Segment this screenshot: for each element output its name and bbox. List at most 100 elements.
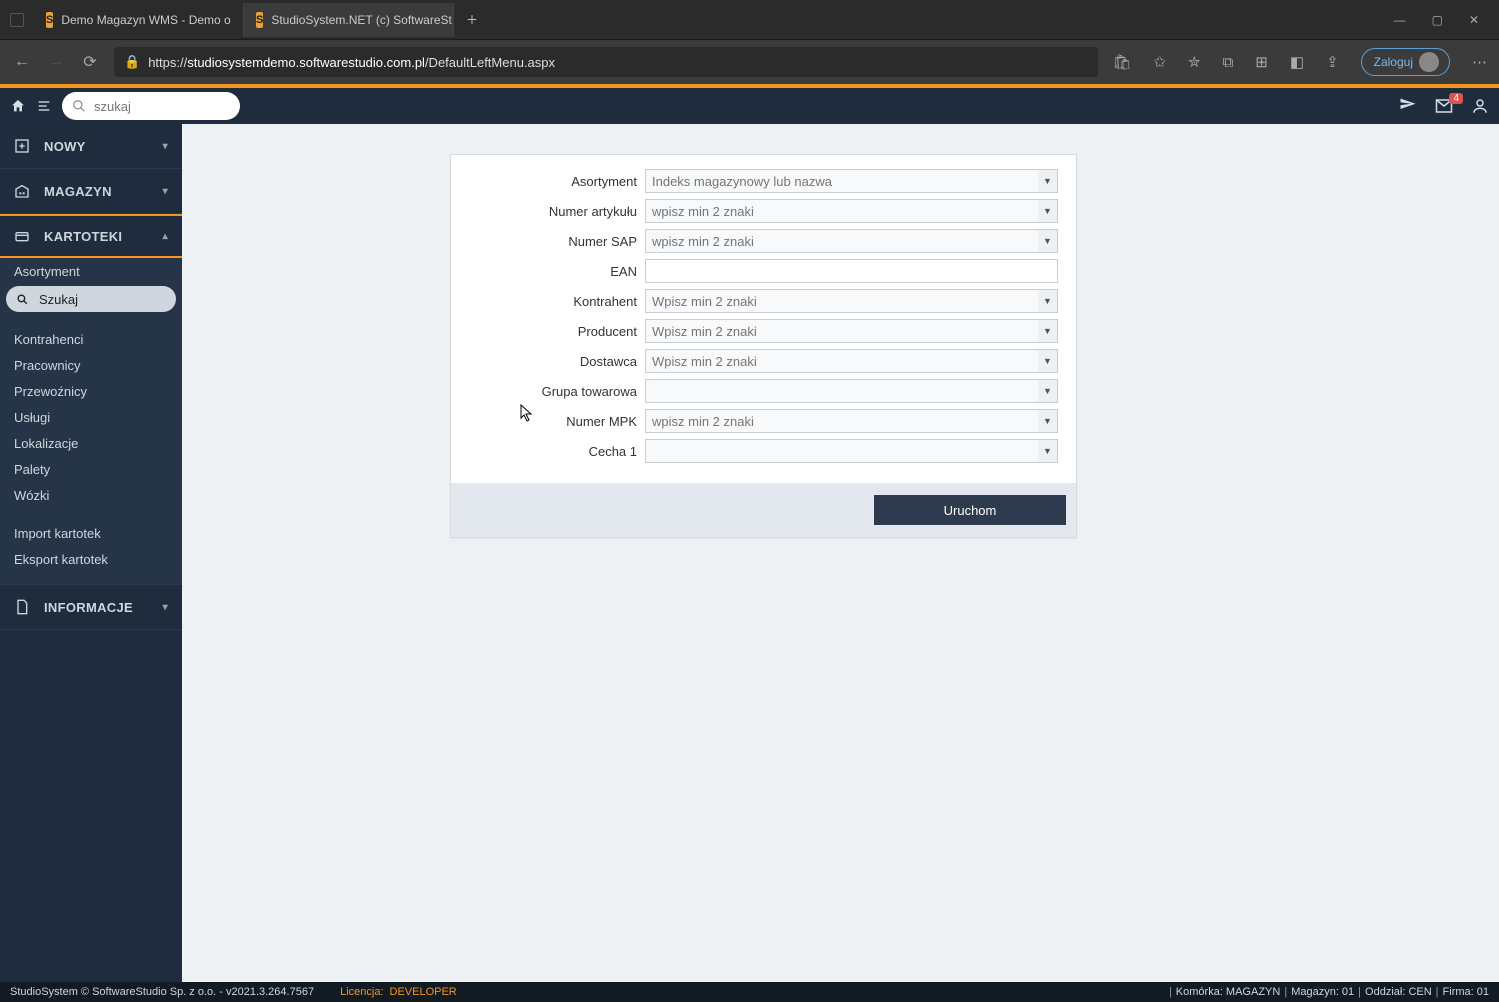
chevron-down-icon: ▾ <box>163 186 168 197</box>
shopping-icon[interactable]: 🛍 <box>1112 53 1131 71</box>
input-dostawca[interactable] <box>645 349 1058 373</box>
sidebar-section-kartoteki[interactable]: KARTOTEKI ▴ <box>0 214 182 258</box>
dropdown-icon[interactable]: ▼ <box>1038 439 1058 463</box>
combo-kontrahent[interactable]: ▼ <box>645 289 1058 313</box>
search-icon <box>72 99 86 113</box>
label-numer-mpk: Numer MPK <box>469 414 645 429</box>
run-button[interactable]: Uruchom <box>874 495 1066 525</box>
document-icon <box>14 599 32 615</box>
dropdown-icon[interactable]: ▼ <box>1038 169 1058 193</box>
app-icon[interactable]: ◧ <box>1290 53 1304 71</box>
collections-icon[interactable]: ⧉ <box>1223 54 1234 71</box>
input-grupa[interactable] <box>645 379 1058 403</box>
browser-tab-2[interactable]: S StudioSystem.NET (c) SoftwareSt ✕ <box>244 3 454 37</box>
combo-cecha1[interactable]: ▼ <box>645 439 1058 463</box>
dropdown-icon[interactable]: ▼ <box>1038 379 1058 403</box>
search-icon <box>16 293 29 306</box>
sidebar-item-wozki[interactable]: Wózki <box>0 482 182 508</box>
content-area: Asortyment ▼ Numer artykułu ▼ <box>182 124 1499 982</box>
sidebar-section-informacje[interactable]: INFORMACJE ▾ <box>0 585 182 629</box>
label-cecha1: Cecha 1 <box>469 444 645 459</box>
sidebar-item-asortyment[interactable]: Asortyment <box>0 258 182 284</box>
dropdown-icon[interactable]: ▼ <box>1038 319 1058 343</box>
sidebar-item-import[interactable]: Import kartotek <box>0 520 182 546</box>
new-tab-button[interactable]: ＋ <box>454 3 490 37</box>
minimize-icon[interactable]: — <box>1394 13 1406 27</box>
sidebar-item-pracownicy[interactable]: Pracownicy <box>0 352 182 378</box>
favorites-bar-icon[interactable]: ✮ <box>1188 53 1201 71</box>
maximize-icon[interactable]: ▢ <box>1432 13 1443 27</box>
favicon-icon: S <box>256 12 263 28</box>
mail-icon[interactable]: 4 <box>1435 97 1453 115</box>
sidebar-item-kontrahenci[interactable]: Kontrahenci <box>0 326 182 352</box>
window-controls: — ▢ ✕ <box>1394 13 1499 27</box>
browser-tab-1[interactable]: S Demo Magazyn WMS - Demo o ✕ <box>34 3 244 37</box>
search-form-card: Asortyment ▼ Numer artykułu ▼ <box>450 154 1077 538</box>
sidebar-submenu-kartoteki: Asortyment Szukaj Kontrahenci Pracownicy… <box>0 258 182 584</box>
url-scheme: https:// <box>148 55 187 70</box>
input-ean[interactable] <box>645 259 1058 283</box>
combo-numer-sap[interactable]: ▼ <box>645 229 1058 253</box>
input-asortyment[interactable] <box>645 169 1058 193</box>
input-numer-sap[interactable] <box>645 229 1058 253</box>
lock-icon: 🔒 <box>124 54 140 70</box>
combo-producent[interactable]: ▼ <box>645 319 1058 343</box>
close-window-icon[interactable]: ✕ <box>1469 13 1479 27</box>
dropdown-icon[interactable]: ▼ <box>1038 199 1058 223</box>
status-license-label: Licencja: <box>340 986 383 998</box>
menu-toggle-icon[interactable] <box>36 98 52 114</box>
dropdown-icon[interactable]: ▼ <box>1038 229 1058 253</box>
sidebar: NOWY ▾ MAGAZYN ▾ KARTOTEKI <box>0 124 182 982</box>
combo-asortyment[interactable]: ▼ <box>645 169 1058 193</box>
combo-dostawca[interactable]: ▼ <box>645 349 1058 373</box>
tab-overview-icon[interactable] <box>10 13 24 27</box>
dropdown-icon[interactable]: ▼ <box>1038 409 1058 433</box>
item-label: Lokalizacje <box>14 436 78 451</box>
input-numer-artykulu[interactable] <box>645 199 1058 223</box>
user-icon[interactable] <box>1471 97 1489 115</box>
form-footer: Uruchom <box>451 483 1076 537</box>
combo-numer-artykulu[interactable]: ▼ <box>645 199 1058 223</box>
app-root: 4 NOWY ▾ <box>0 84 1499 1002</box>
input-cecha1[interactable] <box>645 439 1058 463</box>
sidebar-section-magazyn[interactable]: MAGAZYN ▾ <box>0 169 182 213</box>
status-bar: StudioSystem © SoftwareStudio Sp. z o.o.… <box>0 982 1499 1002</box>
input-producent[interactable] <box>645 319 1058 343</box>
input-kontrahent[interactable] <box>645 289 1058 313</box>
sidebar-item-lokalizacje[interactable]: Lokalizacje <box>0 430 182 456</box>
sidebar-section-nowy[interactable]: NOWY ▾ <box>0 124 182 168</box>
section-label: NOWY <box>44 139 86 154</box>
combo-grupa[interactable]: ▼ <box>645 379 1058 403</box>
search-input[interactable] <box>94 99 214 114</box>
plane-icon[interactable] <box>1399 97 1417 115</box>
sidebar-item-palety[interactable]: Palety <box>0 456 182 482</box>
notification-badge: 4 <box>1449 93 1463 104</box>
login-button[interactable]: Zaloguj <box>1361 48 1450 76</box>
more-icon[interactable]: ⋯ <box>1472 53 1487 71</box>
back-icon[interactable]: ← <box>12 53 32 71</box>
label-dostawca: Dostawca <box>469 354 645 369</box>
combo-numer-mpk[interactable]: ▼ <box>645 409 1058 433</box>
item-label: Przewoźnicy <box>14 384 87 399</box>
reload-icon[interactable]: ⟳ <box>80 52 100 72</box>
dropdown-icon[interactable]: ▼ <box>1038 349 1058 373</box>
chevron-down-icon: ▾ <box>163 602 168 613</box>
sidebar-item-przewoznicy[interactable]: Przewoźnicy <box>0 378 182 404</box>
item-label: Import kartotek <box>14 526 101 541</box>
sidebar-item-eksport[interactable]: Eksport kartotek <box>0 546 182 572</box>
item-label: Wózki <box>14 488 49 503</box>
browser-toolbar: ← → ⟳ 🔒 https://studiosystemdemo.softwar… <box>0 40 1499 84</box>
sidebar-item-uslugi[interactable]: Usługi <box>0 404 182 430</box>
sidebar-item-szukaj[interactable]: Szukaj <box>6 286 176 312</box>
extensions-icon[interactable]: ⊞ <box>1255 53 1268 71</box>
status-oddzial: Oddział: CEN <box>1365 986 1432 998</box>
input-numer-mpk[interactable] <box>645 409 1058 433</box>
browser-tabs: S Demo Magazyn WMS - Demo o ✕ S StudioSy… <box>34 0 490 39</box>
home-icon[interactable] <box>10 98 26 114</box>
plus-icon <box>14 138 32 154</box>
global-search[interactable] <box>62 92 240 120</box>
address-bar[interactable]: 🔒 https://studiosystemdemo.softwarestudi… <box>114 47 1098 77</box>
share-icon[interactable]: ⇪ <box>1326 53 1339 71</box>
favorite-icon[interactable]: ✩ <box>1153 53 1166 71</box>
dropdown-icon[interactable]: ▼ <box>1038 289 1058 313</box>
